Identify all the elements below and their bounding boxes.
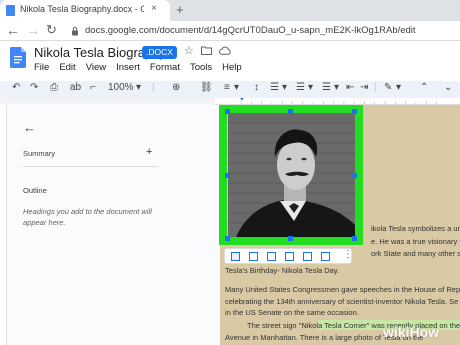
resize-handle-top-right[interactable] [352,109,357,114]
more-options-icon[interactable]: ⌄ [444,82,452,93]
doc-line: ikola Tesla symbolizes a unify [371,224,460,233]
reload-icon[interactable]: ↻ [46,22,57,38]
editing-toolbar: ↶ ↷ ⎙ ab ⌐ 100% ▾ | ⊕ ⛓ ≡ ▾ ↕ ☰ ▾ ☰ ▾ ☰ … [0,81,460,98]
horizontal-ruler[interactable] [215,98,460,105]
menu-view[interactable]: View [86,62,106,73]
back-arrow-icon[interactable]: ← [6,22,20,38]
doc-line: ork State and many other state [371,249,460,258]
toolbar-divider: | [374,82,377,93]
doc-line: e. He was a true visionary far [371,236,460,246]
doc-line: Many United States Congressmen gave spee… [225,285,460,294]
numbered-list-icon[interactable]: ☰ [322,82,331,93]
collapse-toolbar-icon[interactable]: ⌃ [420,82,428,93]
bulleted-list-icon[interactable]: ☰ [296,82,305,93]
move-folder-icon[interactable] [201,46,212,55]
insert-comment-icon[interactable]: ⊕ [172,82,180,93]
menu-help[interactable]: Help [222,62,242,73]
checklist-chevron-down-icon[interactable]: ▾ [282,82,287,93]
more-options-icon[interactable]: ⋮ [343,249,353,260]
numbers-chevron-down-icon[interactable]: ▾ [334,82,339,93]
new-tab-button[interactable]: + [176,2,184,17]
image-options-toolbar: ⋮ [224,248,353,264]
tab-close-icon[interactable]: × [151,3,157,14]
star-icon[interactable]: ☆ [184,44,194,57]
summary-heading: Summary [23,149,56,158]
portrait-photo-image[interactable] [228,113,355,237]
doc-line: celebrating the 134th anniversary of sci… [225,296,459,306]
menu-tools[interactable]: Tools [190,62,212,73]
close-outline-back-arrow-icon[interactable]: ← [23,120,36,135]
menu-bar: File Edit View Insert Format Tools Help [34,62,242,73]
wrap-text-icon[interactable] [249,252,258,261]
forward-arrow-icon[interactable]: → [26,22,40,38]
docs-favicon-icon [6,5,15,16]
wikihow-watermark-logo: wikiHow [383,324,439,340]
add-summary-button[interactable]: + [146,146,152,158]
break-text-icon[interactable] [267,252,276,261]
align-icon[interactable]: ≡ [224,82,230,93]
outline-heading: Outline [23,186,47,195]
resize-handle-top[interactable] [288,109,293,114]
align-chevron-down-icon[interactable]: ▾ [234,82,239,93]
resize-handle-right[interactable] [352,173,357,178]
zoom-select[interactable]: 100% [108,82,134,93]
doc-line: in the US Senate on the same occasion. [225,308,359,317]
url-field[interactable]: docs.google.com/document/d/14gQcrUT0DauO… [85,25,416,36]
in-front-of-text-icon[interactable] [303,252,312,261]
wrapped-text-block[interactable]: ikola Tesla symbolizes a unify e. He was… [371,224,460,259]
line-spacing-icon[interactable]: ↕ [254,82,259,93]
resize-handle-top-left[interactable] [225,109,230,114]
outline-empty-hint: Headings you add to the document will ap… [23,207,152,227]
tab-strip: Nikola Tesla Biography.docx - Goo × + [0,0,460,21]
menu-file[interactable]: File [34,62,49,73]
paint-format-icon[interactable]: ⌐ [90,82,96,93]
undo-icon[interactable]: ↶ [12,82,20,93]
wrap-inline-icon[interactable] [231,252,240,261]
browser-tab[interactable]: Nikola Tesla Biography.docx - Goo × [0,0,170,21]
menu-insert[interactable]: Insert [116,62,140,73]
cloud-status-icon[interactable] [219,46,231,55]
menu-edit[interactable]: Edit [59,62,75,73]
pen-edit-icon[interactable]: ✎ [384,82,392,93]
address-bar: ← → ↻ docs.google.com/document/d/14gQcrU… [0,21,460,41]
resize-handle-bottom-right[interactable] [352,236,357,241]
menu-format[interactable]: Format [150,62,180,73]
toolbar-divider: | [152,82,155,93]
print-icon[interactable]: ⎙ [50,82,58,93]
lock-icon[interactable] [70,26,80,36]
doc-line[interactable]: Tesla's Birthday- Nikola Tesla Day. [225,266,460,275]
tab-title: Nikola Tesla Biography.docx - Goo [20,4,144,14]
watermark-how: How [409,324,440,340]
spellcheck-icon[interactable]: ab [70,82,81,93]
google-docs-logo-icon[interactable] [10,47,26,68]
redo-icon[interactable]: ↷ [30,82,38,93]
image-options-icon[interactable] [321,252,330,261]
increase-indent-icon[interactable]: ⇥ [360,82,368,93]
pen-chevron-down-icon[interactable]: ▾ [396,82,401,93]
behind-text-icon[interactable] [285,252,294,261]
resize-handle-bottom[interactable] [288,236,293,241]
docs-header: Nikola Tesla Biography .DOCX ☆ File Edit… [0,41,460,81]
zoom-chevron-down-icon[interactable]: ▾ [136,82,141,93]
resize-handle-left[interactable] [225,173,230,178]
insert-link-icon[interactable]: ⛓ [200,82,213,93]
bullets-chevron-down-icon[interactable]: ▾ [308,82,313,93]
vertical-ruler [0,105,7,345]
resize-handle-bottom-left[interactable] [225,236,230,241]
docx-format-badge: .DOCX [142,46,177,59]
decrease-indent-icon[interactable]: ⇤ [346,82,354,93]
panel-divider [23,166,158,167]
checklist-icon[interactable]: ☰ [270,82,279,93]
paragraph[interactable]: Many United States Congressmen gave spee… [225,284,460,319]
watermark-wiki: wiki [383,324,410,340]
